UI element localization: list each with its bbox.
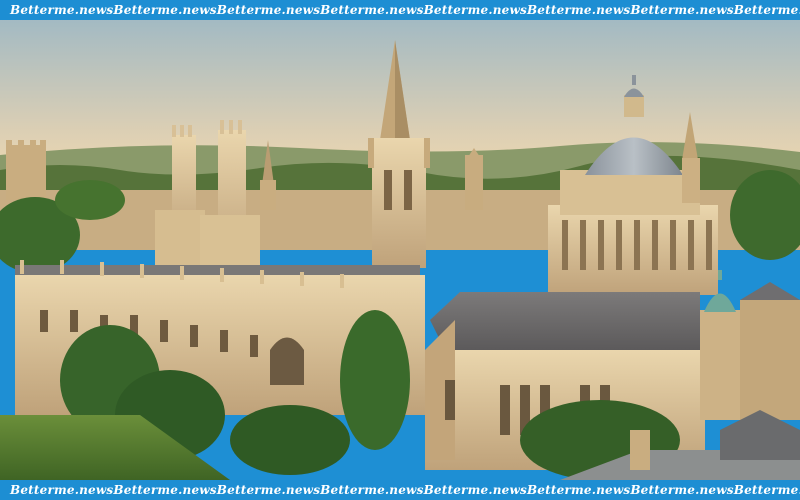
watermark-text: Betterme.news: [320, 3, 424, 17]
top-watermark-bar: Betterme.news Betterme.news Betterme.new…: [0, 0, 800, 20]
oxford-skyline-photo: [0, 20, 800, 480]
watermark-text: Betterme.news: [216, 3, 321, 17]
watermark-text: Betterme.news: [526, 483, 631, 497]
bottom-watermark-bar: Betterme.news Betterme.news Betterme.new…: [0, 480, 800, 500]
watermark-text: Betterme.news: [320, 483, 424, 497]
watermark-text: Betterme.news: [526, 3, 631, 17]
left-tower: [6, 140, 46, 200]
watermark-text: Betterme.news: [113, 483, 217, 497]
watermark-text: Betterme.news: [10, 483, 114, 497]
watermark-text: Betterme.news: [113, 3, 217, 17]
foreground-tree-middle: [340, 310, 410, 450]
watermark-text: Betterme.news: [423, 483, 527, 497]
watermark-text: Betterme.news: [630, 3, 734, 17]
watermark-text: Betterme.news: [733, 3, 800, 17]
watermark-text: Betterme.news: [10, 3, 114, 17]
watermark-text: Betterme.news: [630, 483, 734, 497]
middle-tower: [465, 155, 483, 210]
photo-illustration: [0, 20, 800, 480]
watermark-text: Betterme.news: [216, 483, 321, 497]
watermark-text: Betterme.news: [423, 3, 527, 17]
watermark-text: Betterme.news: [733, 483, 800, 497]
page: Betterme.news Betterme.news Betterme.new…: [0, 0, 800, 500]
right-buildings: [740, 300, 800, 420]
